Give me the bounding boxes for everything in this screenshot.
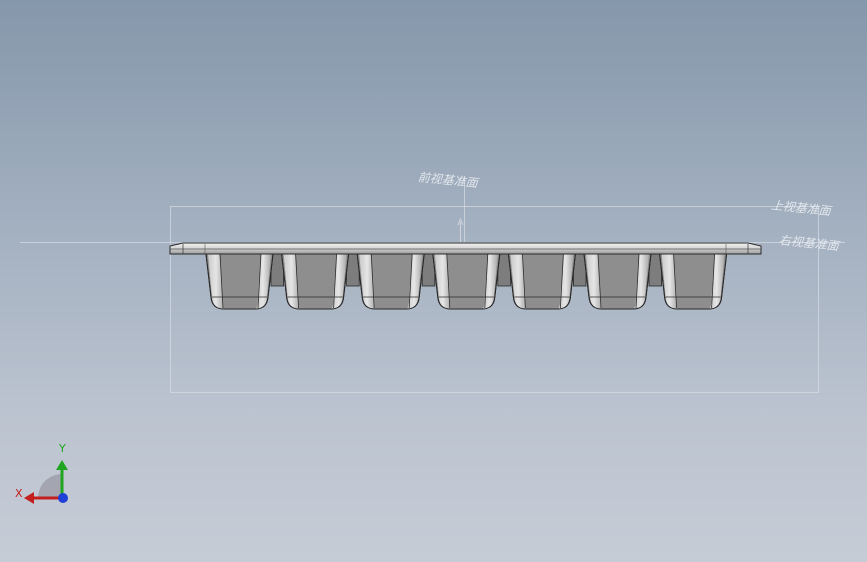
tray-pocket[interactable] — [507, 253, 587, 310]
z-axis-dot — [58, 493, 68, 503]
tray-pocket[interactable] — [281, 253, 360, 310]
triad-plane-wedge — [38, 474, 62, 498]
tray-pocket[interactable] — [356, 253, 436, 310]
y-axis-label: Y — [59, 442, 66, 455]
graphics-viewport[interactable]: 前视基准面 上视基准面 右视基准面 Y X — [0, 0, 867, 562]
tray-pocket[interactable] — [583, 253, 662, 310]
tray-pocket[interactable] — [205, 253, 284, 310]
tray-pockets[interactable] — [205, 253, 728, 310]
coordinate-triad — [24, 460, 68, 504]
tray-pocket[interactable] — [432, 253, 511, 310]
model-scene[interactable] — [0, 0, 867, 562]
tray-flange[interactable] — [169, 242, 762, 255]
tray-pocket[interactable] — [659, 253, 728, 310]
x-axis-label: X — [15, 487, 23, 500]
